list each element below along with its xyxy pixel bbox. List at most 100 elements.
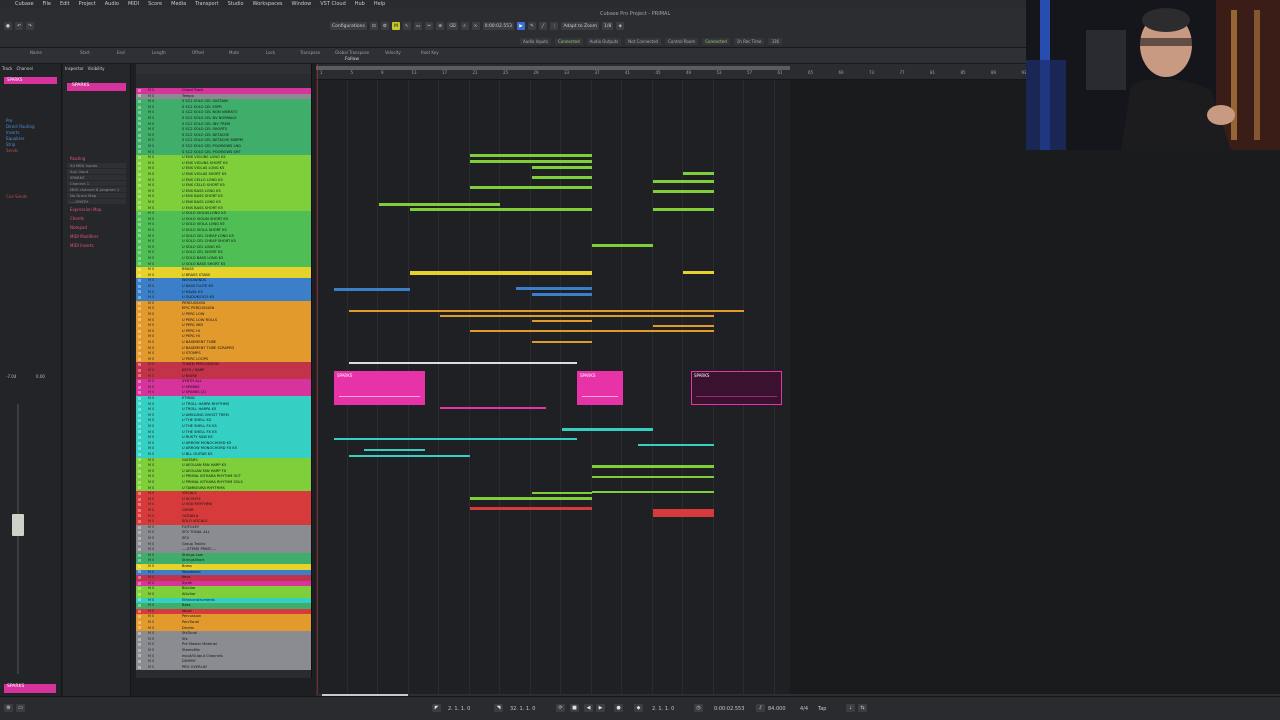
track-name[interactable]: Pre Master Material [182, 642, 217, 646]
track-name[interactable]: StringsShort [182, 558, 204, 562]
mute-solo-buttons[interactable]: M S [148, 407, 154, 412]
menu-vst-cloud[interactable]: VST Cloud [320, 1, 346, 7]
track-name[interactable]: U THE SHELL FX K5 [182, 424, 217, 428]
track-folder-icon[interactable] [138, 419, 141, 423]
track-name[interactable]: SfxTonal [182, 631, 197, 635]
track-folder-icon[interactable] [138, 195, 141, 199]
track-name[interactable]: S SC2 SOLO CEL SHORTS [182, 127, 227, 131]
mute-solo-buttons[interactable]: M S [148, 155, 154, 160]
tab-track[interactable]: Track [2, 66, 12, 71]
track-folder-icon[interactable] [138, 217, 141, 221]
mute-solo-buttons[interactable]: M S [148, 250, 154, 255]
mute-solo-buttons[interactable]: M S [148, 340, 154, 345]
track-name[interactable]: U AEOLIAN FAN HARP K5 [182, 463, 226, 467]
track-folder-icon[interactable] [138, 503, 141, 507]
mute-solo-buttons[interactable]: M S [148, 99, 154, 104]
mute-solo-buttons[interactable]: M S [148, 491, 154, 496]
track-folder-icon[interactable] [138, 111, 141, 115]
track-name[interactable]: U SPARKS (2) [182, 390, 206, 394]
mute-solo-buttons[interactable]: M S [148, 452, 154, 457]
mute-solo-buttons[interactable]: M S [148, 486, 154, 491]
mute-solo-buttons[interactable]: M S [148, 334, 154, 339]
activate-project-button[interactable]: ● [4, 22, 12, 30]
channel-name-bottom[interactable]: SPARKS [4, 684, 56, 693]
track-folder-icon[interactable] [138, 323, 141, 327]
midi-part[interactable] [592, 491, 714, 493]
adapt-to-zoom-dropdown[interactable]: Adapt to Zoom [561, 22, 600, 30]
mute-solo-buttons[interactable]: M S [148, 211, 154, 216]
mute-solo-buttons[interactable]: M S [148, 150, 154, 155]
track-folder-icon[interactable] [138, 491, 141, 495]
track-folder-icon[interactable] [138, 463, 141, 467]
midi-part[interactable] [592, 244, 653, 247]
inspector-section-notepad[interactable]: Notepad [67, 225, 126, 231]
track-folder-icon[interactable] [138, 480, 141, 484]
track-folder-icon[interactable] [138, 587, 141, 591]
track-folder-icon[interactable] [138, 105, 141, 109]
midi-part[interactable] [470, 160, 592, 163]
settings-icon[interactable]: ⚙ [4, 704, 13, 712]
mute-solo-buttons[interactable]: M S [148, 194, 154, 199]
menu-audio[interactable]: Audio [105, 1, 119, 7]
midi-part[interactable] [334, 438, 577, 440]
color-icon[interactable]: ◈ [616, 22, 625, 30]
rewind-button[interactable]: ◀ [584, 704, 593, 712]
track-name[interactable]: S SC2 SOLO CEL DETACHE [182, 133, 229, 137]
inspector-section-midi-inserts[interactable]: MIDI Inserts [67, 243, 126, 249]
track-name[interactable]: U KAVAL K5 [182, 290, 203, 294]
track-folder-icon[interactable] [138, 637, 141, 641]
tab-visibility[interactable]: Visibility [88, 66, 105, 71]
inspector-row[interactable]: SPARKS [67, 175, 126, 180]
mute-solo-buttons[interactable]: M S [148, 284, 154, 289]
track-name[interactable]: U SOLO CEL CHEAP SHORT K5 [182, 239, 236, 243]
track-name[interactable]: Strings Low [182, 553, 203, 557]
track-folder-icon[interactable] [138, 603, 141, 607]
track-folder-icon[interactable] [138, 424, 141, 428]
track-folder-icon[interactable] [138, 654, 141, 658]
right-locator-value[interactable]: 32. 1. 1. 0 [510, 706, 535, 712]
track-folder-icon[interactable] [138, 295, 141, 299]
track-folder-icon[interactable] [138, 318, 141, 322]
track-name[interactable]: U VOX RHYTHMS [182, 502, 212, 506]
mute-solo-buttons[interactable]: M S [148, 390, 154, 395]
track-folder-icon[interactable] [138, 239, 141, 243]
track-folder-icon[interactable] [138, 452, 141, 456]
midi-part[interactable] [683, 271, 714, 274]
track-name[interactable]: KEYS / HARP [182, 368, 204, 372]
mute-solo-buttons[interactable]: M S [148, 189, 154, 194]
midi-part[interactable] [592, 465, 714, 468]
tab-inspector[interactable]: Inspector [65, 66, 84, 71]
mute-solo-buttons[interactable]: M S [148, 306, 154, 311]
midi-part[interactable] [532, 293, 592, 296]
mute-solo-buttons[interactable]: M S [148, 273, 154, 278]
track-folder-icon[interactable] [138, 189, 141, 193]
track-name[interactable]: VOCALS [182, 491, 196, 495]
track-folder-icon[interactable] [138, 564, 141, 568]
mute-solo-buttons[interactable]: M S [148, 357, 154, 362]
track-folder-icon[interactable] [138, 592, 141, 596]
mute-solo-buttons[interactable]: M S [148, 474, 154, 479]
track-folder-icon[interactable] [138, 94, 141, 98]
midi-part[interactable] [440, 315, 714, 317]
mute-solo-buttons[interactable]: M S [148, 508, 154, 513]
track-name[interactable]: U AEOLIAN FAN HARP FX [182, 469, 226, 473]
track-folder-icon[interactable] [138, 172, 141, 176]
midi-part[interactable] [532, 176, 592, 179]
track-folder-icon[interactable] [138, 631, 141, 635]
select-tool-icon[interactable]: ↖ [402, 22, 411, 30]
mute-solo-buttons[interactable]: M S [148, 295, 154, 300]
menu-project[interactable]: Project [79, 1, 96, 7]
track-name[interactable]: S SC2 SOLO CEL POLYBOWS LNG [182, 144, 241, 148]
mute-solo-buttons[interactable]: M S [148, 575, 154, 580]
track-name[interactable]: Brass [182, 564, 192, 568]
track-folder-icon[interactable] [138, 413, 141, 417]
follow-dropdown[interactable]: Follow [345, 57, 359, 62]
track-name[interactable]: OCEAN A [182, 514, 198, 518]
mute-solo-buttons[interactable]: M S [148, 654, 154, 659]
mute-solo-buttons[interactable]: M S [148, 88, 154, 93]
track-folder-icon[interactable] [138, 570, 141, 574]
track-folder-icon[interactable] [138, 307, 141, 311]
mute-solo-buttons[interactable]: M S [148, 228, 154, 233]
mute-solo-buttons[interactable]: M S [148, 94, 154, 99]
mute-solo-buttons[interactable]: M S [148, 290, 154, 295]
